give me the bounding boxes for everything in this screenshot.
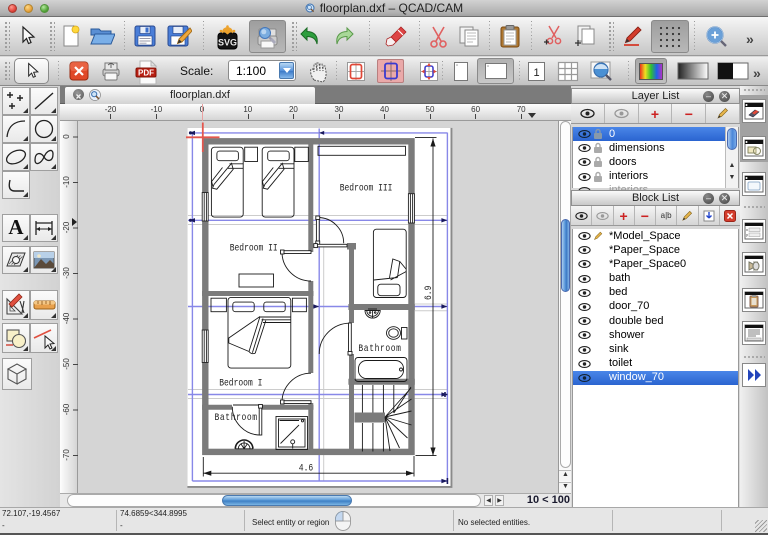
svg-text:-30: -30 — [62, 267, 71, 279]
svg-text:-20: -20 — [105, 105, 117, 114]
svg-text:Bedroom I: Bedroom I — [219, 376, 262, 388]
svg-text:-40: -40 — [62, 312, 71, 324]
svg-text:-10: -10 — [151, 105, 163, 114]
svg-text:y: y — [746, 232, 748, 237]
svg-text:-70: -70 — [62, 449, 71, 461]
svg-text:20: 20 — [289, 105, 298, 114]
svg-text:Bathroom: Bathroom — [358, 342, 401, 354]
svg-text:Bedroom II: Bedroom II — [230, 242, 278, 254]
svg-text:50: 50 — [426, 105, 435, 114]
svg-text:30: 30 — [335, 105, 344, 114]
svg-text:Bedroom III: Bedroom III — [340, 182, 393, 194]
svg-text:0: 0 — [62, 134, 71, 139]
svg-text:SVG: SVG — [218, 38, 237, 48]
svg-text:10: 10 — [243, 105, 252, 114]
svg-text:1: 1 — [533, 67, 539, 79]
svg-text:-20: -20 — [62, 221, 71, 233]
svg-text:-10: -10 — [62, 176, 71, 188]
svg-text:40: 40 — [380, 105, 389, 114]
svg-text:70: 70 — [517, 105, 526, 114]
svg-text:60: 60 — [471, 105, 480, 114]
svg-text:Bathroom: Bathroom — [215, 411, 258, 423]
svg-text:4.6: 4.6 — [299, 462, 313, 474]
svg-text:-50: -50 — [62, 358, 71, 370]
svg-text:-60: -60 — [62, 403, 71, 415]
svg-text:PDF: PDF — [138, 68, 154, 77]
svg-text:6.9: 6.9 — [422, 286, 434, 300]
